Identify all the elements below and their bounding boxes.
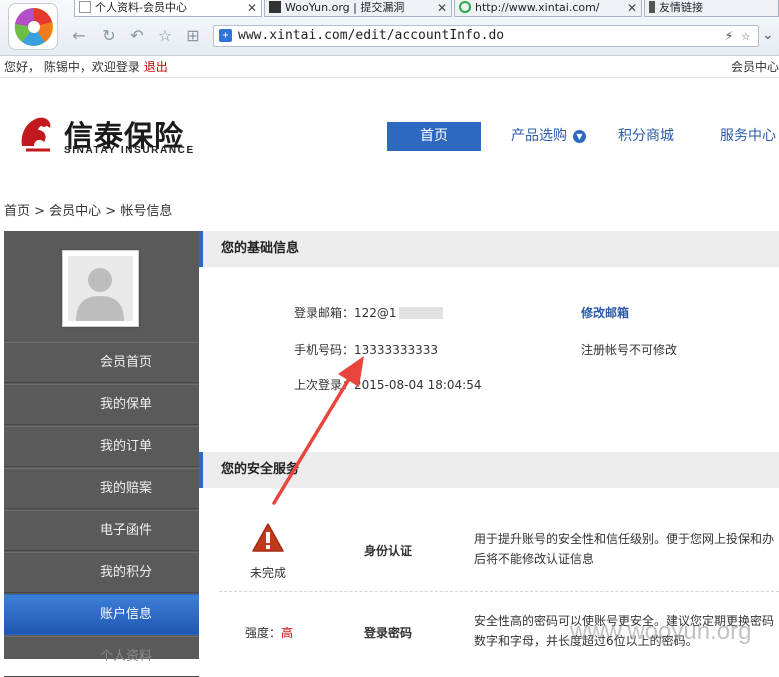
sidebar-item-claims[interactable]: 我的赔案 <box>4 468 199 509</box>
close-icon[interactable]: ✕ <box>437 0 447 16</box>
email-row: 登录邮箱：122@1 <box>294 304 443 321</box>
email-value: 122@1 <box>354 306 397 320</box>
back-icon[interactable]: ← <box>70 27 88 45</box>
phone-row: 手机号码：13333333333 <box>294 341 438 358</box>
brand-english: SINATAY INSURANCE <box>64 145 195 156</box>
password-title: 登录密码 <box>364 626 413 640</box>
wooyun-icon <box>269 1 281 13</box>
url-text: www.xintai.com/edit/accountInfo.do <box>238 28 505 43</box>
identity-desc-line2: 后将不能修改认证信息 <box>474 552 595 566</box>
identity-desc-line1: 用于提升账号的安全性和信任级别。便于您网上投保和办 <box>474 532 775 546</box>
sinatay-logo-icon[interactable] <box>16 112 58 157</box>
avatar <box>62 250 139 327</box>
close-icon[interactable]: ✕ <box>247 0 257 16</box>
security-heading: 您的安全服务 <box>199 452 779 488</box>
tab-label: WooYun.org | 提交漏洞 <box>285 1 405 14</box>
tab-links[interactable]: 友情链接 <box>644 0 779 17</box>
nav-home[interactable]: 首页 <box>387 122 481 151</box>
phone-value: 13333333333 <box>354 343 438 357</box>
greeting-prefix: 您好， <box>4 60 41 74</box>
logout-link[interactable]: 退出 <box>144 60 168 74</box>
tab-wooyun[interactable]: WooYun.org | 提交漏洞 ✕ <box>264 0 452 17</box>
member-sidebar: 会员首页 我的保单 我的订单 我的赔案 电子函件 我的积分 账户信息 个人资料 <box>4 231 199 677</box>
star-icon[interactable]: ☆ <box>156 27 174 45</box>
nav-products-label: 产品选购 <box>511 128 567 144</box>
close-icon[interactable]: ✕ <box>627 0 637 16</box>
top-greeting-bar: 您好， 陈锡中，欢迎登录 退出 会员中心 <box>0 56 779 78</box>
search-icon <box>459 1 471 13</box>
watermark: www.wooyun.org <box>570 618 752 645</box>
strength-label: 强度： <box>245 626 282 640</box>
member-center-link[interactable]: 会员中心 <box>731 56 779 78</box>
greeting: 您好， 陈锡中，欢迎登录 退出 <box>4 56 168 78</box>
identity-description: 用于提升账号的安全性和信任级别。便于您网上投保和办 后将不能修改认证信息 <box>474 529 779 569</box>
browser-toolbar: 个人资料-会员中心 ✕ WooYun.org | 提交漏洞 ✕ http://www… <box>0 0 779 56</box>
user-silhouette-icon <box>76 268 124 321</box>
breadcrumb: 首页 > 会员中心 > 帐号信息 <box>4 204 173 219</box>
shield-icon: + <box>219 29 232 42</box>
undo-icon[interactable]: ↶ <box>128 27 146 45</box>
identity-title: 身份认证 <box>364 544 413 558</box>
refresh-icon[interactable]: ↻ <box>100 27 118 45</box>
phone-label: 手机号码： <box>294 343 355 357</box>
grid-icon[interactable]: ⊞ <box>184 27 202 45</box>
phone-note: 注册帐号不可修改 <box>581 343 678 357</box>
redaction <box>398 307 443 319</box>
greeting-suffix: ，欢迎登录 <box>79 60 140 74</box>
nav-products[interactable]: 产品选购 ▼ <box>511 122 586 151</box>
basic-info-heading: 您的基础信息 <box>199 231 779 267</box>
address-bar[interactable]: + www.xintai.com/edit/accountInfo.do ⚡ ☆ <box>213 25 759 47</box>
bookmark-star-icon[interactable]: ⚡ ☆ <box>725 26 750 46</box>
pin-icon <box>649 1 655 13</box>
warning-icon <box>251 522 285 557</box>
tab-label: 个人资料-会员中心 <box>95 1 187 14</box>
password-strength: 强度：高 <box>245 624 293 641</box>
sidebar-item-policies[interactable]: 我的保单 <box>4 384 199 425</box>
strength-value: 高 <box>281 626 294 640</box>
avatar-placeholder <box>68 256 133 321</box>
email-label: 登录邮箱： <box>294 306 355 320</box>
tab-label: 友情链接 <box>659 1 703 14</box>
menu-icon[interactable]: ⌄ <box>762 27 774 43</box>
browser-logo-icon[interactable] <box>8 3 58 50</box>
sidebar-item-letters[interactable]: 电子函件 <box>4 510 199 551</box>
account-content: 您的基础信息 登录邮箱：122@1 修改邮箱 手机号码：13333333333 … <box>199 231 779 659</box>
sidebar-item-points[interactable]: 我的积分 <box>4 552 199 593</box>
identity-status: 未完成 <box>250 566 287 580</box>
tab-member-center[interactable]: 个人资料-会员中心 ✕ <box>74 0 262 17</box>
nav-service-center[interactable]: 服务中心 <box>720 122 776 151</box>
chevron-down-icon: ▼ <box>573 130 586 143</box>
sidebar-item-orders[interactable]: 我的订单 <box>4 426 199 467</box>
change-email-link[interactable]: 修改邮箱 <box>581 304 629 321</box>
page-icon <box>79 1 91 13</box>
sidebar-item-account-info[interactable]: 账户信息 <box>4 594 199 635</box>
username: 陈锡中 <box>43 60 80 74</box>
nav-points-mall[interactable]: 积分商城 <box>618 122 674 151</box>
tab-xintai[interactable]: http://www.xintai.com/ ✕ <box>454 0 642 17</box>
last-login-row: 上次登录：2015-08-04 18:04:54 <box>294 376 481 393</box>
tab-label: http://www.xintai.com/ <box>475 1 600 14</box>
divider <box>219 591 779 592</box>
sidebar-item-profile[interactable]: 个人资料 <box>4 636 199 677</box>
sidebar-item-member-home[interactable]: 会员首页 <box>4 342 199 383</box>
last-login-label: 上次登录： <box>294 378 355 392</box>
last-login-value: 2015-08-04 18:04:54 <box>354 378 482 392</box>
